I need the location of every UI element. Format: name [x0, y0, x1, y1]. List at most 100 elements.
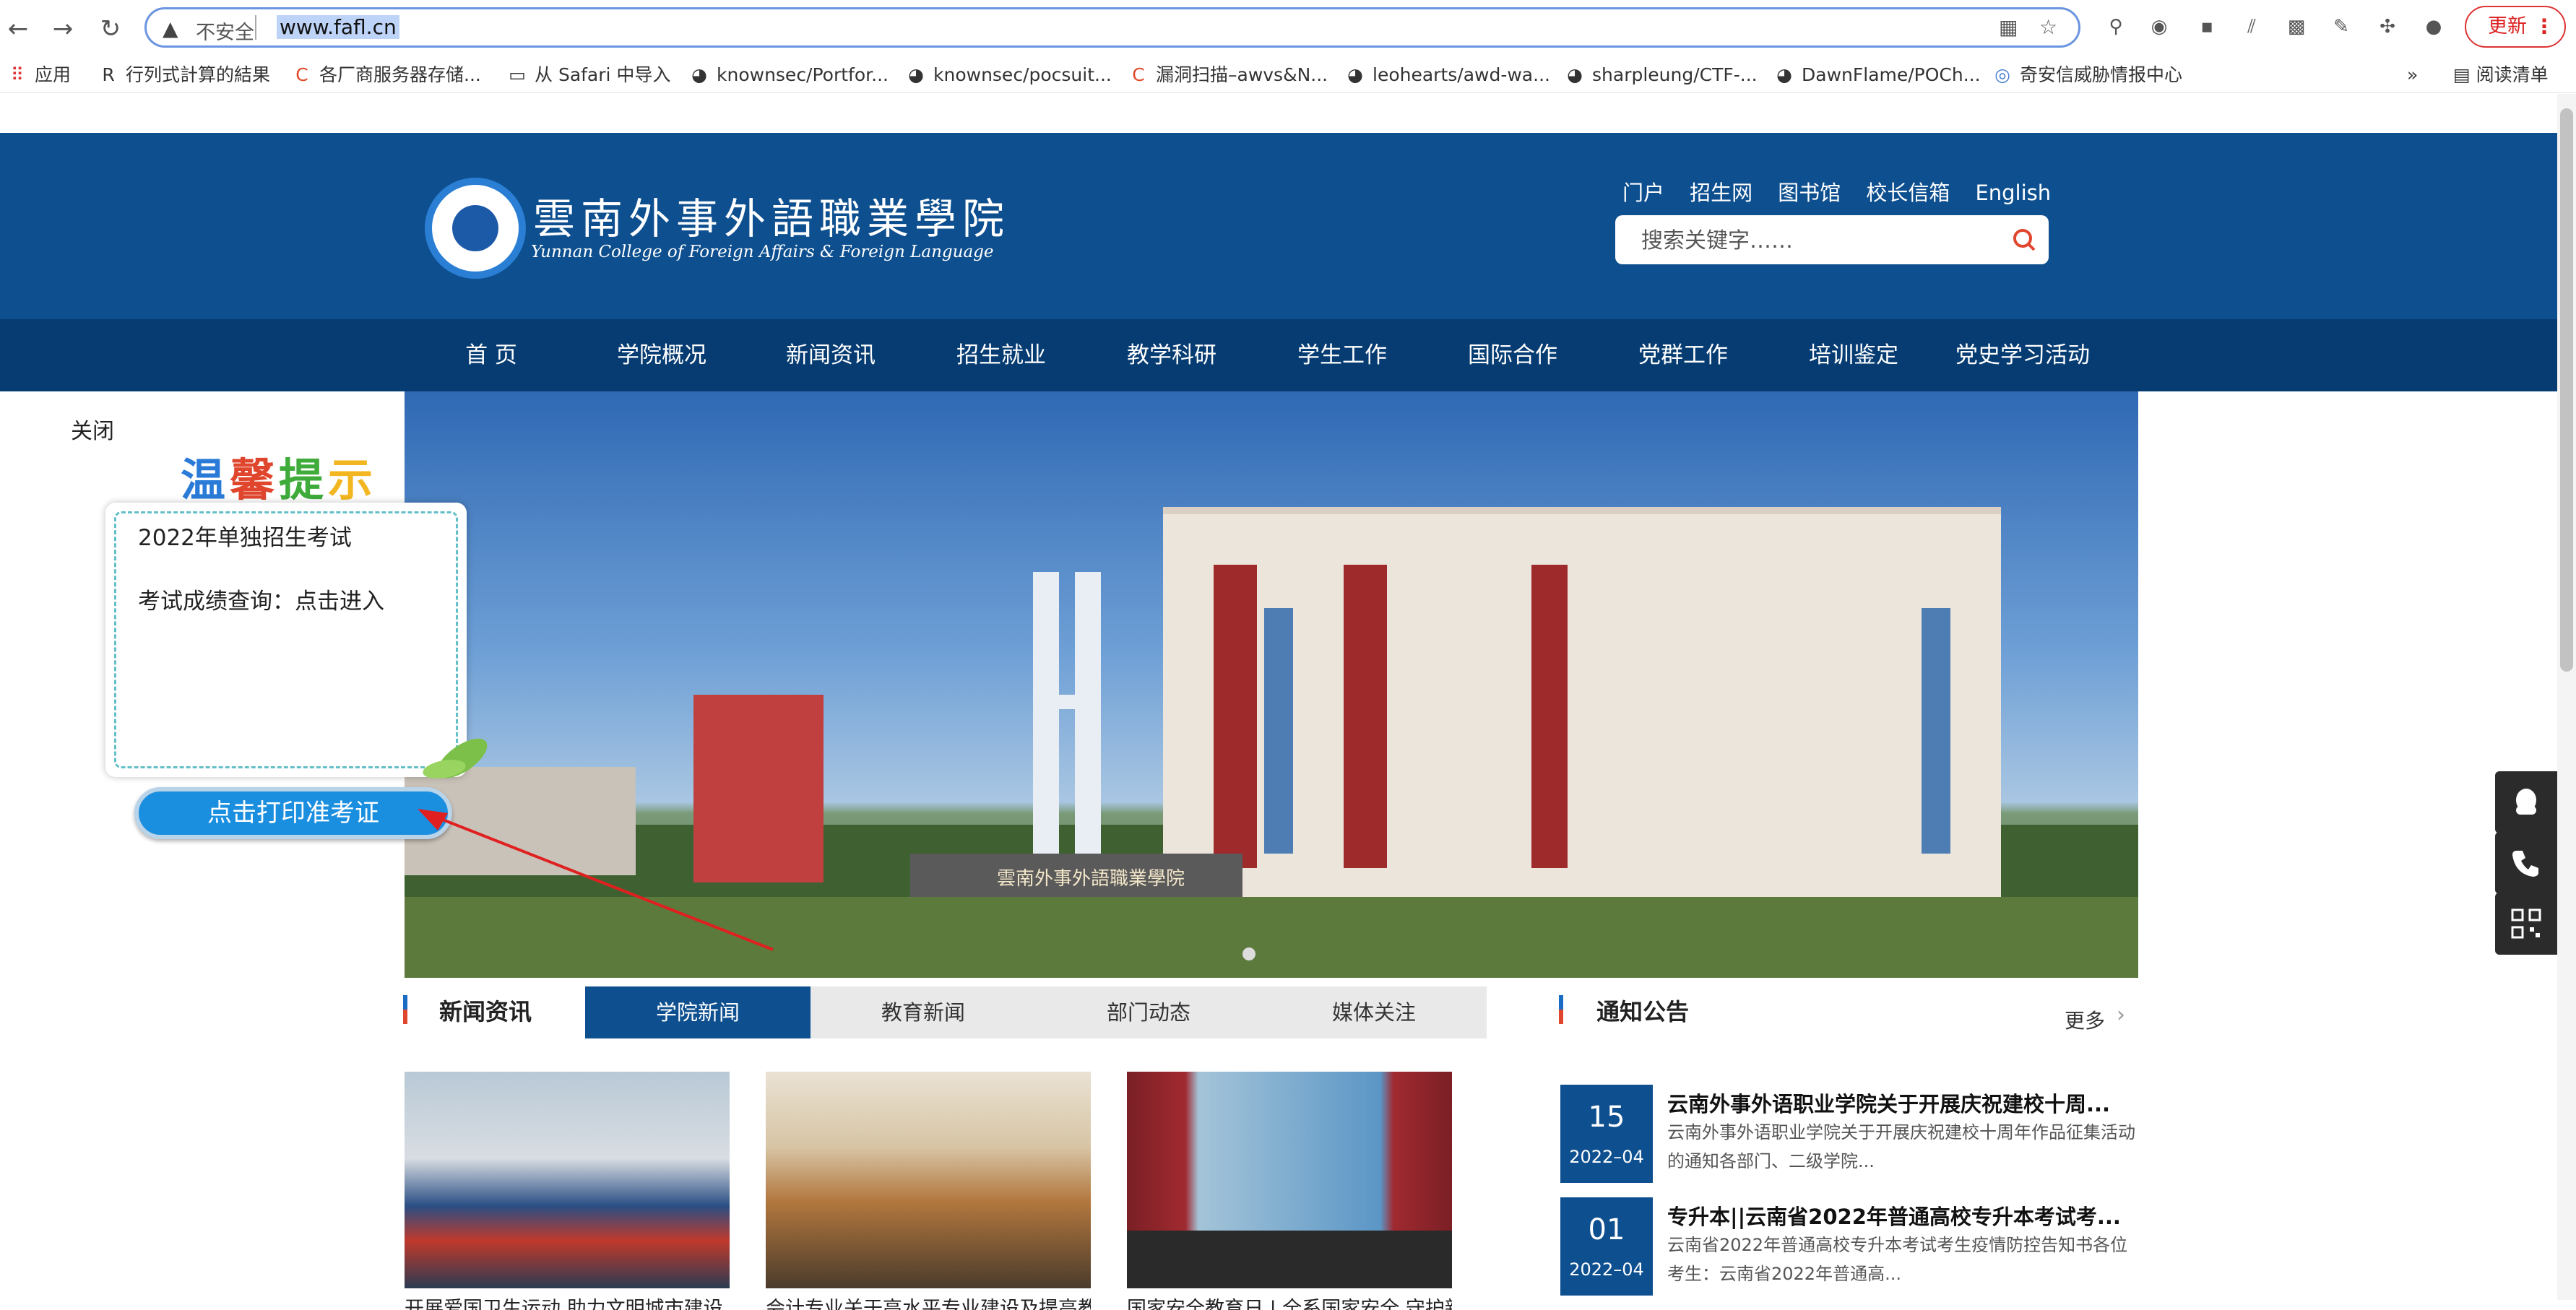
qr-code-button[interactable]	[2495, 893, 2557, 955]
nav-teaching[interactable]: 教学科研	[1114, 319, 1229, 391]
thumbnail-audience	[1127, 1231, 1452, 1288]
banner-building-window	[1264, 608, 1293, 854]
forward-arrow-icon: →	[52, 14, 74, 43]
phone-button[interactable]	[2495, 832, 2557, 894]
toplink-english[interactable]: English	[1975, 181, 2051, 205]
toplink-library[interactable]: 图书馆	[1778, 176, 1841, 207]
reload-button[interactable]: ↻	[92, 9, 129, 49]
banner-monument	[1033, 572, 1059, 875]
banner-building-stripe	[1344, 565, 1387, 868]
h-extension-icon[interactable]: ▪	[2193, 13, 2221, 40]
toplink-president-mailbox[interactable]: 校长信箱	[1866, 176, 1950, 207]
notice-date-badge: 15 2022–04	[1560, 1085, 1653, 1183]
address-bar[interactable]: ▲ 不安全 www.fafl.cn ▦ ☆	[144, 7, 2080, 48]
bookmark-item[interactable]: ◕ DawnFlame/POCh...	[1774, 62, 1980, 88]
reading-list-icon: ▤	[2453, 64, 2476, 85]
logo-english-name: Yunnan College of Foreign Affairs & Fore…	[531, 243, 994, 261]
github-icon: ◕	[908, 64, 924, 85]
eye-icon: ◎	[1994, 64, 2010, 85]
news-caption[interactable]: 国家安全教育日 | 全系国家安全 守护新	[1127, 1293, 1452, 1310]
stripes-extension-icon[interactable]: ⫽	[2238, 13, 2265, 40]
bookmark-item[interactable]: C 漏洞扫描–awvs&N...	[1128, 62, 1328, 88]
bookmark-item[interactable]: ◕ leohearts/awd-wa...	[1345, 62, 1550, 88]
bookmark-item[interactable]: ◕ sharpleung/CTF-...	[1565, 62, 1758, 88]
puzzle-icon[interactable]: ✣	[2374, 13, 2401, 40]
news-thumbnail[interactable]	[1127, 1072, 1452, 1288]
slider-dot[interactable]	[1242, 947, 1255, 960]
bookmark-apps[interactable]: ⠿ 应用	[7, 62, 71, 88]
nav-about[interactable]: 学院概况	[604, 319, 719, 391]
address-divider	[255, 15, 256, 40]
nav-party[interactable]: 党群工作	[1625, 319, 1741, 391]
chevron-right-icon[interactable]: ›	[2117, 1002, 2125, 1028]
tab-college-news[interactable]: 学院新闻	[585, 986, 811, 1038]
leaf-icon	[423, 738, 488, 778]
bookmark-item[interactable]: ◕ knownsec/pocsuit...	[906, 62, 1112, 88]
back-button[interactable]: ←	[0, 9, 36, 49]
nav-international[interactable]: 国际合作	[1455, 319, 1570, 391]
bookmarks-overflow-icon[interactable]: »	[2407, 62, 2418, 88]
bookmark-item[interactable]: ◎ 奇安信威胁情报中心	[1992, 62, 2182, 88]
bookmark-folder[interactable]: ▭ 从 Safari 中导入	[507, 62, 670, 88]
qq-chat-button[interactable]	[2495, 771, 2557, 833]
news-caption[interactable]: 会计专业关于高水平专业建设及提高教	[766, 1293, 1091, 1310]
popup-close-button[interactable]: 关闭	[71, 413, 114, 445]
security-label[interactable]: 不安全	[196, 17, 254, 45]
key-extension-icon[interactable]: ⚲	[2102, 13, 2130, 40]
banner-building-stripe	[1214, 565, 1257, 868]
notice-description: 云南外事外语职业学院关于开展庆祝建校十周年作品征集活动的通知各部门、二级学院..…	[1667, 1122, 2135, 1171]
update-button[interactable]: 更新 ⋮	[2465, 6, 2566, 48]
qr-code-icon[interactable]: ▦	[1999, 15, 2018, 39]
nav-training[interactable]: 培训鉴定	[1796, 319, 1911, 391]
toplink-admissions[interactable]: 招生网	[1690, 176, 1752, 207]
notice-year-month: 2022–04	[1569, 1259, 1644, 1280]
search-input[interactable]	[1640, 224, 2004, 257]
banner-building-window	[1922, 608, 1950, 854]
bookmark-item[interactable]: R 行列式計算的結果	[98, 62, 270, 88]
nav-home[interactable]: 首 页	[433, 319, 549, 391]
more-menu-icon[interactable]: ⋮	[2534, 7, 2554, 46]
scrollbar-thumb[interactable]	[2560, 108, 2573, 672]
nav-news[interactable]: 新闻资讯	[773, 319, 889, 391]
nav-party-history[interactable]: 党史学习活动	[1950, 319, 2095, 391]
forward-button[interactable]: →	[45, 9, 81, 49]
bookmark-item[interactable]: C 各厂商服务器存储...	[292, 62, 481, 88]
tab-education-news[interactable]: 教育新闻	[811, 986, 1036, 1038]
pen-extension-icon[interactable]: ✎	[2328, 13, 2355, 40]
star-icon[interactable]: ☆	[2039, 15, 2057, 39]
bookmark-item[interactable]: ◕ knownsec/Portfor...	[689, 62, 889, 88]
toplink-portal[interactable]: 门户	[1622, 176, 1664, 207]
notice-description: 云南省2022年普通高校专升本考试考生疫情防控告知书各位考生：云南省2022年普…	[1667, 1235, 2128, 1284]
popup-inner-border: 2022年单独招生考试 考试成绩查询：点击进入	[114, 511, 458, 768]
nav-students[interactable]: 学生工作	[1284, 319, 1400, 391]
tab-department-news[interactable]: 部门动态	[1036, 986, 1261, 1038]
warning-icon: ▲	[163, 17, 178, 40]
popup-exam-link[interactable]: 2022年单独招生考试	[138, 519, 352, 552]
phone-icon	[2512, 851, 2538, 877]
section-marker	[1559, 995, 1563, 1024]
url-text[interactable]: www.fafl.cn	[277, 15, 399, 39]
profile-avatar-icon[interactable]: ●	[2420, 13, 2447, 40]
search-icon[interactable]	[2010, 225, 2039, 254]
more-link[interactable]: 更多	[2065, 1005, 2105, 1034]
news-thumbnail[interactable]	[405, 1072, 730, 1288]
circle-extension-icon[interactable]: ◉	[2145, 13, 2173, 40]
apps-grid-icon: ⠿	[10, 64, 25, 85]
notice-day: 01	[1588, 1213, 1625, 1246]
popup-score-link[interactable]: 考试成绩查询：点击进入	[138, 583, 384, 615]
notice-title[interactable]: 云南外事外语职业学院关于开展庆祝建校十周...	[1667, 1088, 2110, 1118]
reload-icon: ↻	[100, 14, 121, 43]
reading-list-button[interactable]: ▤ 阅读清单	[2453, 62, 2549, 88]
tab-media-news[interactable]: 媒体关注	[1261, 986, 1487, 1038]
c-icon: C	[1132, 64, 1145, 85]
logo-chinese-name[interactable]: 雲南外事外語職業學院	[533, 185, 1010, 246]
nav-admissions[interactable]: 招生就业	[943, 319, 1059, 391]
github-icon: ◕	[1347, 64, 1363, 85]
news-caption[interactable]: 开展爱国卫生运动 助力文明城市建设	[405, 1293, 730, 1310]
binary-extension-icon[interactable]: ▩	[2283, 13, 2310, 40]
news-thumbnail[interactable]	[766, 1072, 1091, 1288]
notice-title[interactable]: 专升本||云南省2022年普通高校专升本考试考...	[1667, 1200, 2121, 1231]
college-logo-icon[interactable]	[425, 178, 526, 279]
notice-day: 15	[1588, 1101, 1625, 1134]
notice-date-badge: 01 2022–04	[1560, 1197, 1653, 1296]
